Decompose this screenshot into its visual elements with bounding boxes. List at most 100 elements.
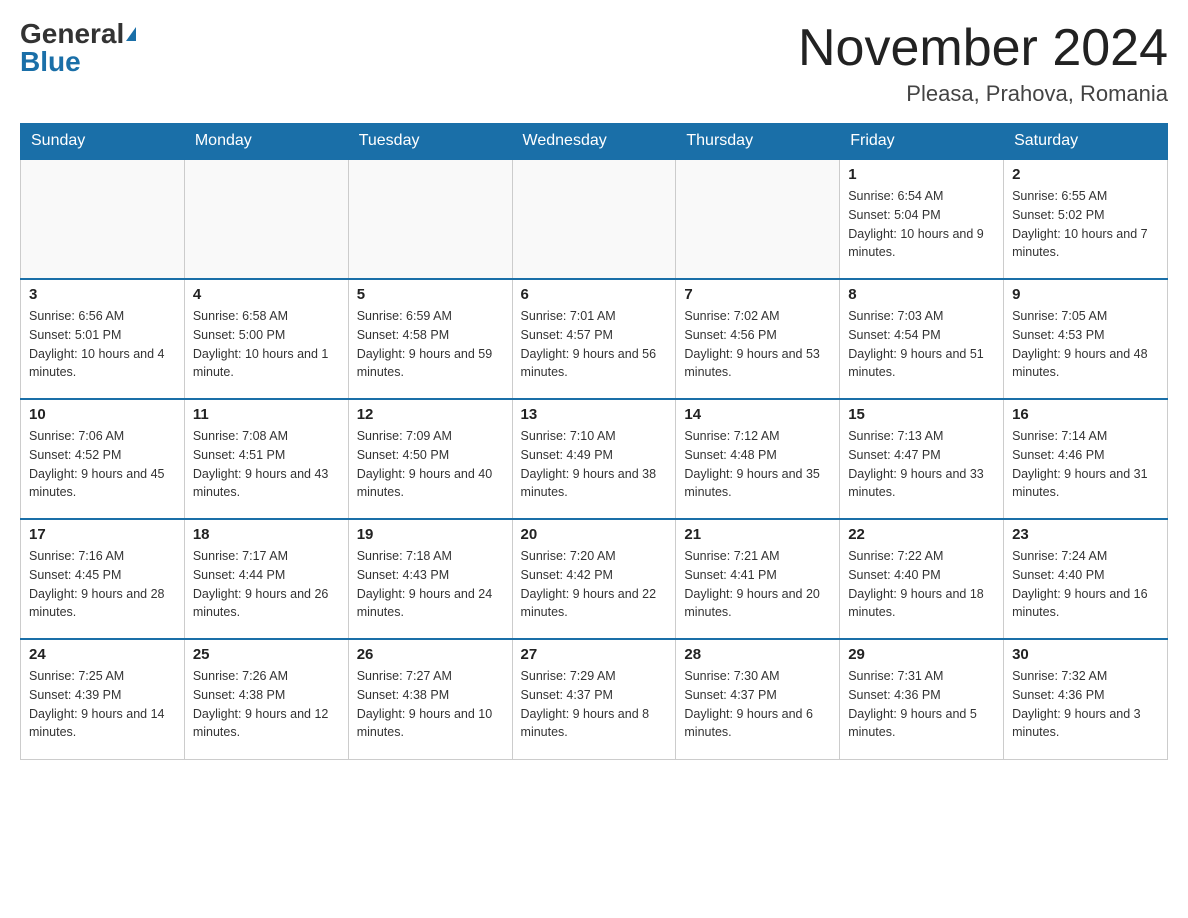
day-info: Sunrise: 7:08 AM Sunset: 4:51 PM Dayligh…	[193, 427, 340, 502]
calendar-cell: 13Sunrise: 7:10 AM Sunset: 4:49 PM Dayli…	[512, 399, 676, 519]
weekday-header-row: SundayMondayTuesdayWednesdayThursdayFrid…	[21, 124, 1168, 160]
calendar-cell: 21 Sunrise: 7:21 AM Sunset: 4:41 PM Dayli…	[676, 519, 840, 639]
calendar-cell: 8Sunrise: 7:03 AM Sunset: 4:54 PM Daylig…	[840, 279, 1004, 399]
calendar-cell: 16 Sunrise: 7:14 AM Sunset: 4:46 PM Dayli…	[1004, 399, 1168, 519]
calendar-cell: 2 Sunrise: 6:55 AM Sunset: 5:02 PM Daylig…	[1004, 159, 1168, 279]
day-number: 15	[848, 406, 995, 423]
day-info: Sunrise: 7:17 AM Sunset: 4:44 PM Dayligh…	[193, 547, 340, 622]
calendar-cell: 19 Sunrise: 7:18 AM Sunset: 4:43 PM Dayli…	[348, 519, 512, 639]
day-number: 24	[29, 646, 176, 663]
day-info: Sunrise: 6:56 AM Sunset: 5:01 PM Dayligh…	[29, 307, 176, 382]
day-info: Sunrise: 7:29 AM Sunset: 4:37 PM Dayligh…	[521, 667, 668, 742]
day-info: Sunrise: 7:03 AM Sunset: 4:54 PM Dayligh…	[848, 307, 995, 382]
calendar-cell: 4 Sunrise: 6:58 AM Sunset: 5:00 PM Daylig…	[184, 279, 348, 399]
calendar-cell: 3 Sunrise: 6:56 AM Sunset: 5:01 PM Daylig…	[21, 279, 185, 399]
calendar-week-row: 24 Sunrise: 7:25 AM Sunset: 4:39 PM Dayli…	[21, 639, 1168, 759]
day-number: 3	[29, 286, 176, 303]
calendar-cell: 1Sunrise: 6:54 AM Sunset: 5:04 PM Daylig…	[840, 159, 1004, 279]
day-info: Sunrise: 7:13 AM Sunset: 4:47 PM Dayligh…	[848, 427, 995, 502]
calendar-cell: 26 Sunrise: 7:27 AM Sunset: 4:38 PM Dayli…	[348, 639, 512, 759]
weekday-header-thursday: Thursday	[676, 124, 840, 160]
day-info: Sunrise: 6:55 AM Sunset: 5:02 PM Dayligh…	[1012, 187, 1159, 262]
day-info: Sunrise: 7:26 AM Sunset: 4:38 PM Dayligh…	[193, 667, 340, 742]
page-header: General Blue November 2024 Pleasa, Praho…	[20, 20, 1168, 107]
day-number: 21	[684, 526, 831, 543]
calendar-cell: 28 Sunrise: 7:30 AM Sunset: 4:37 PM Dayli…	[676, 639, 840, 759]
day-info: Sunrise: 7:21 AM Sunset: 4:41 PM Dayligh…	[684, 547, 831, 622]
calendar-table: SundayMondayTuesdayWednesdayThursdayFrid…	[20, 123, 1168, 760]
day-number: 20	[521, 526, 668, 543]
day-info: Sunrise: 7:32 AM Sunset: 4:36 PM Dayligh…	[1012, 667, 1159, 742]
day-info: Sunrise: 7:30 AM Sunset: 4:37 PM Dayligh…	[684, 667, 831, 742]
day-info: Sunrise: 7:05 AM Sunset: 4:53 PM Dayligh…	[1012, 307, 1159, 382]
weekday-header-saturday: Saturday	[1004, 124, 1168, 160]
day-number: 30	[1012, 646, 1159, 663]
month-title: November 2024	[798, 20, 1168, 77]
day-info: Sunrise: 6:58 AM Sunset: 5:00 PM Dayligh…	[193, 307, 340, 382]
calendar-week-row: 3 Sunrise: 6:56 AM Sunset: 5:01 PM Daylig…	[21, 279, 1168, 399]
day-info: Sunrise: 7:31 AM Sunset: 4:36 PM Dayligh…	[848, 667, 995, 742]
day-info: Sunrise: 7:10 AM Sunset: 4:49 PM Dayligh…	[521, 427, 668, 502]
logo-blue-text: Blue	[20, 48, 81, 76]
day-number: 18	[193, 526, 340, 543]
calendar-cell: 25 Sunrise: 7:26 AM Sunset: 4:38 PM Dayli…	[184, 639, 348, 759]
day-number: 22	[848, 526, 995, 543]
calendar-cell	[348, 159, 512, 279]
day-info: Sunrise: 7:25 AM Sunset: 4:39 PM Dayligh…	[29, 667, 176, 742]
weekday-header-sunday: Sunday	[21, 124, 185, 160]
calendar-cell	[21, 159, 185, 279]
calendar-cell	[512, 159, 676, 279]
day-number: 25	[193, 646, 340, 663]
day-number: 14	[684, 406, 831, 423]
day-number: 11	[193, 406, 340, 423]
day-number: 19	[357, 526, 504, 543]
day-number: 2	[1012, 166, 1159, 183]
day-number: 26	[357, 646, 504, 663]
day-number: 9	[1012, 286, 1159, 303]
day-info: Sunrise: 7:27 AM Sunset: 4:38 PM Dayligh…	[357, 667, 504, 742]
title-block: November 2024 Pleasa, Prahova, Romania	[798, 20, 1168, 107]
location-title: Pleasa, Prahova, Romania	[798, 81, 1168, 107]
calendar-week-row: 17 Sunrise: 7:16 AM Sunset: 4:45 PM Dayli…	[21, 519, 1168, 639]
day-number: 28	[684, 646, 831, 663]
logo-general-text: General	[20, 20, 124, 48]
day-number: 23	[1012, 526, 1159, 543]
day-info: Sunrise: 7:20 AM Sunset: 4:42 PM Dayligh…	[521, 547, 668, 622]
calendar-cell: 9 Sunrise: 7:05 AM Sunset: 4:53 PM Daylig…	[1004, 279, 1168, 399]
calendar-cell	[184, 159, 348, 279]
calendar-cell: 15 Sunrise: 7:13 AM Sunset: 4:47 PM Dayli…	[840, 399, 1004, 519]
calendar-cell: 10Sunrise: 7:06 AM Sunset: 4:52 PM Dayli…	[21, 399, 185, 519]
calendar-cell: 27 Sunrise: 7:29 AM Sunset: 4:37 PM Dayli…	[512, 639, 676, 759]
day-number: 10	[29, 406, 176, 423]
calendar-cell: 14 Sunrise: 7:12 AM Sunset: 4:48 PM Dayli…	[676, 399, 840, 519]
day-info: Sunrise: 7:18 AM Sunset: 4:43 PM Dayligh…	[357, 547, 504, 622]
weekday-header-friday: Friday	[840, 124, 1004, 160]
day-number: 27	[521, 646, 668, 663]
calendar-cell: 20 Sunrise: 7:20 AM Sunset: 4:42 PM Dayli…	[512, 519, 676, 639]
day-number: 17	[29, 526, 176, 543]
calendar-cell: 6Sunrise: 7:01 AM Sunset: 4:57 PM Daylig…	[512, 279, 676, 399]
day-info: Sunrise: 7:22 AM Sunset: 4:40 PM Dayligh…	[848, 547, 995, 622]
weekday-header-monday: Monday	[184, 124, 348, 160]
calendar-cell: 29Sunrise: 7:31 AM Sunset: 4:36 PM Dayli…	[840, 639, 1004, 759]
day-info: Sunrise: 6:59 AM Sunset: 4:58 PM Dayligh…	[357, 307, 504, 382]
day-info: Sunrise: 7:16 AM Sunset: 4:45 PM Dayligh…	[29, 547, 176, 622]
calendar-cell: 24 Sunrise: 7:25 AM Sunset: 4:39 PM Dayli…	[21, 639, 185, 759]
logo: General Blue	[20, 20, 136, 76]
logo-triangle-icon	[126, 27, 136, 41]
day-number: 7	[684, 286, 831, 303]
calendar-cell: 23Sunrise: 7:24 AM Sunset: 4:40 PM Dayli…	[1004, 519, 1168, 639]
calendar-cell: 5Sunrise: 6:59 AM Sunset: 4:58 PM Daylig…	[348, 279, 512, 399]
day-number: 16	[1012, 406, 1159, 423]
calendar-week-row: 1Sunrise: 6:54 AM Sunset: 5:04 PM Daylig…	[21, 159, 1168, 279]
weekday-header-wednesday: Wednesday	[512, 124, 676, 160]
day-info: Sunrise: 6:54 AM Sunset: 5:04 PM Dayligh…	[848, 187, 995, 262]
calendar-cell: 30 Sunrise: 7:32 AM Sunset: 4:36 PM Dayli…	[1004, 639, 1168, 759]
day-number: 4	[193, 286, 340, 303]
calendar-cell: 7Sunrise: 7:02 AM Sunset: 4:56 PM Daylig…	[676, 279, 840, 399]
day-info: Sunrise: 7:14 AM Sunset: 4:46 PM Dayligh…	[1012, 427, 1159, 502]
day-info: Sunrise: 7:12 AM Sunset: 4:48 PM Dayligh…	[684, 427, 831, 502]
calendar-week-row: 10Sunrise: 7:06 AM Sunset: 4:52 PM Dayli…	[21, 399, 1168, 519]
calendar-cell: 22 Sunrise: 7:22 AM Sunset: 4:40 PM Dayli…	[840, 519, 1004, 639]
day-info: Sunrise: 7:01 AM Sunset: 4:57 PM Dayligh…	[521, 307, 668, 382]
